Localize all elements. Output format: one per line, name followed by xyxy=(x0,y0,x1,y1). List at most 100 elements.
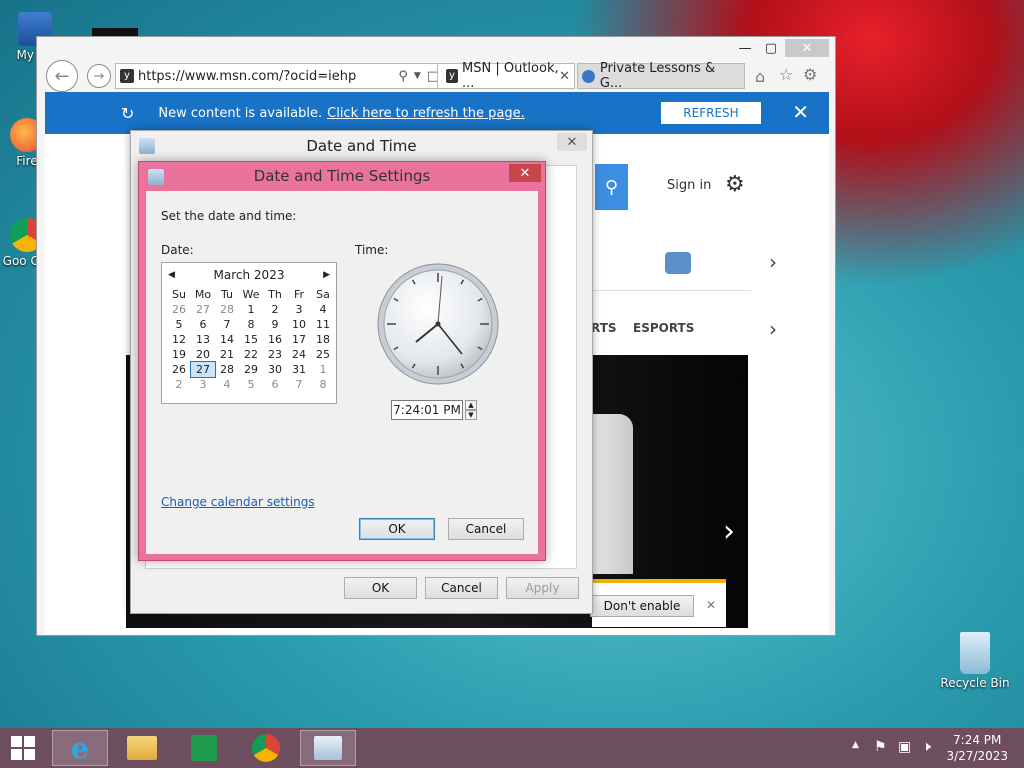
calendar-day[interactable]: 2 xyxy=(263,302,287,317)
settings-gear-icon[interactable]: ⚙ xyxy=(803,65,817,84)
calendar-day[interactable]: 14 xyxy=(215,332,239,347)
calendar-day[interactable]: 10 xyxy=(287,317,311,332)
calendar-day[interactable]: 1 xyxy=(239,302,263,317)
refresh-link[interactable]: Click here to refresh the page. xyxy=(327,106,525,121)
calendar-day[interactable]: 27 xyxy=(191,302,215,317)
close-icon[interactable]: ✕ xyxy=(785,39,829,57)
tab-private-lessons[interactable]: Private Lessons & G... xyxy=(577,61,745,91)
sign-in-link[interactable]: Sign in xyxy=(667,178,711,193)
dont-enable-button[interactable]: Don't enable xyxy=(590,595,694,617)
search-button[interactable]: ⚲ xyxy=(595,164,628,210)
calendar-day[interactable]: 8 xyxy=(239,317,263,332)
forward-button[interactable]: → xyxy=(87,64,111,88)
close-icon[interactable]: ✕ xyxy=(509,164,541,182)
calendar-day[interactable]: 2 xyxy=(167,377,191,392)
desktop-icon-recycle-bin[interactable]: Recycle Bin xyxy=(940,632,1010,690)
nav-rts[interactable]: RTS xyxy=(591,321,617,335)
cancel-button[interactable]: Cancel xyxy=(425,577,498,599)
calendar-day[interactable]: 6 xyxy=(263,377,287,392)
show-hidden-icons[interactable]: ▲ xyxy=(852,740,859,750)
time-input[interactable]: 7:24:01 PM xyxy=(391,400,463,420)
apply-button[interactable]: Apply xyxy=(506,577,579,599)
refresh-button[interactable]: REFRESH xyxy=(661,102,761,124)
tab-msn[interactable]: y MSN | Outlook, ... ✕ xyxy=(437,61,575,91)
calendar-day[interactable]: 6 xyxy=(191,317,215,332)
network-icon[interactable]: ▣ xyxy=(898,739,911,755)
dropdown-icon[interactable]: ▼ xyxy=(414,71,421,81)
calendar-day[interactable]: 27 xyxy=(190,361,216,378)
calendar-day[interactable]: 18 xyxy=(311,332,335,347)
time-spin-down[interactable]: ▼ xyxy=(465,410,477,420)
calendar-day[interactable]: 3 xyxy=(191,377,215,392)
change-calendar-settings-link[interactable]: Change calendar settings xyxy=(161,495,315,509)
calendar-day[interactable]: 17 xyxy=(287,332,311,347)
tab-close-icon[interactable]: ✕ xyxy=(559,69,570,84)
calendar-week: 26 27 28 29 30 31 1 xyxy=(167,361,335,378)
calendar-day[interactable]: 7 xyxy=(287,377,311,392)
start-button[interactable] xyxy=(0,730,46,766)
calendar-day[interactable]: 31 xyxy=(287,362,311,377)
calendar-day[interactable]: 3 xyxy=(287,302,311,317)
nav-esports[interactable]: ESPORTS xyxy=(633,321,694,335)
ok-button[interactable]: OK xyxy=(344,577,417,599)
chevron-right-icon[interactable]: › xyxy=(769,250,777,274)
favorites-icon[interactable]: ☆ xyxy=(779,65,793,84)
calendar-day[interactable]: 28 xyxy=(215,302,239,317)
taskbar-date-time[interactable] xyxy=(300,730,356,766)
calendar-month-year[interactable]: March 2023 xyxy=(214,268,285,282)
taskbar: e ▲ ⚑ ▣ 🕨 7:24 PM 3/27/2023 xyxy=(0,728,1024,768)
calendar-day[interactable]: 30 xyxy=(263,362,287,377)
calendar-day[interactable]: 19 xyxy=(167,347,191,362)
calendar-day[interactable]: 22 xyxy=(239,347,263,362)
calendar-day[interactable]: 21 xyxy=(215,347,239,362)
taskbar-file-explorer[interactable] xyxy=(114,730,170,766)
ok-button[interactable]: OK xyxy=(359,518,435,540)
calendar-day[interactable]: 9 xyxy=(263,317,287,332)
calendar-day[interactable]: 4 xyxy=(215,377,239,392)
taskbar-ie[interactable]: e xyxy=(52,730,108,766)
calendar-day[interactable]: 29 xyxy=(239,362,263,377)
calendar-day[interactable]: 20 xyxy=(191,347,215,362)
calendar-day[interactable]: 28 xyxy=(215,362,239,377)
taskbar-store[interactable] xyxy=(176,730,232,766)
chevron-right-icon[interactable]: › xyxy=(769,317,777,341)
security-close-icon[interactable]: ✕ xyxy=(706,598,716,612)
calendar-day[interactable]: 16 xyxy=(263,332,287,347)
taskbar-chrome[interactable] xyxy=(238,730,294,766)
prev-month-icon[interactable]: ◀ xyxy=(168,270,175,280)
calendar-day[interactable]: 5 xyxy=(239,377,263,392)
carousel-next-icon[interactable]: › xyxy=(723,514,735,549)
maximize-icon[interactable]: ▢ xyxy=(757,39,785,57)
volume-muted-icon[interactable]: 🕨 xyxy=(922,739,931,755)
calendar-day[interactable]: 8 xyxy=(311,377,335,392)
calendar-day[interactable]: 1 xyxy=(311,362,335,377)
notification-close-icon[interactable]: ✕ xyxy=(792,100,809,124)
next-month-icon[interactable]: ▶ xyxy=(323,270,330,280)
calendar-day[interactable]: 15 xyxy=(239,332,263,347)
calendar-day[interactable]: 25 xyxy=(311,347,335,362)
home-icon[interactable]: ⌂ xyxy=(755,67,765,86)
calendar[interactable]: ◀ March 2023 ▶ Su Mo Tu We Th Fr Sa 26 27 28 1 2 3 4… xyxy=(161,262,337,404)
calendar-day[interactable]: 7 xyxy=(215,317,239,332)
calendar-header: ◀ March 2023 ▶ xyxy=(162,263,336,287)
address-bar[interactable]: y https://www.msn.com/?ocid=iehp ⚲ ▼ □ ↻ xyxy=(115,63,463,89)
minimize-icon[interactable]: — xyxy=(731,39,759,57)
calendar-day[interactable]: 11 xyxy=(311,317,335,332)
calendar-day[interactable]: 4 xyxy=(311,302,335,317)
back-button[interactable]: ← xyxy=(46,60,78,92)
gear-icon[interactable]: ⚙ xyxy=(725,172,745,197)
calendar-day[interactable]: 26 xyxy=(167,362,191,377)
cancel-button[interactable]: Cancel xyxy=(448,518,524,540)
system-clock[interactable]: 7:24 PM 3/27/2023 xyxy=(946,732,1008,764)
calendar-day[interactable]: 12 xyxy=(167,332,191,347)
calendar-day[interactable]: 26 xyxy=(167,302,191,317)
weather-car-icon[interactable] xyxy=(665,252,691,274)
search-icon[interactable]: ⚲ xyxy=(398,69,408,84)
calendar-day[interactable]: 24 xyxy=(287,347,311,362)
calendar-day[interactable]: 13 xyxy=(191,332,215,347)
close-icon[interactable]: ✕ xyxy=(557,133,587,151)
calendar-day[interactable]: 5 xyxy=(167,317,191,332)
calendar-day[interactable]: 23 xyxy=(263,347,287,362)
time-spin-up[interactable]: ▲ xyxy=(465,400,477,410)
action-center-flag-icon[interactable]: ⚑ xyxy=(874,739,887,755)
